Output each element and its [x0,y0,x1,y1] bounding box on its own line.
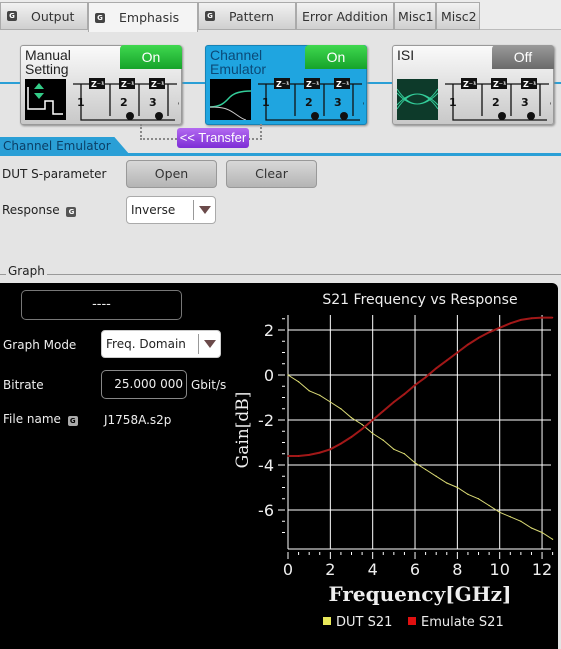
g-icon: G [95,12,105,23]
adder-icon [126,112,134,120]
tab-label: Misc1 [398,8,434,24]
tab-emphasis[interactable]: G Emphasis [88,2,198,32]
adder-icon [527,112,535,120]
delay-label: Z⁻¹ [121,80,135,89]
delay-label: Z⁻¹ [276,80,290,89]
graph-mode-value: Freq. Domain [106,337,186,351]
delay-label: Z⁻¹ [91,80,105,89]
clear-button[interactable]: Clear [226,160,317,188]
block-title-line: Setting [25,61,69,77]
chevron-down-icon [198,334,220,354]
graph-group-label: Graph [6,264,47,278]
fir-tap-diagram: Z⁻¹ Z⁻¹ Z⁻¹ 1 2 3 4 [73,78,179,121]
toggle-on-button[interactable]: On [305,45,367,69]
bitrate-input[interactable]: 25.000 000 [101,370,187,399]
file-name-label-text: File name [3,412,61,426]
signal-arrow [182,82,205,84]
signal-arrow [0,82,20,84]
tab-label: Misc2 [441,8,477,24]
delay-label: Z⁻¹ [306,80,320,89]
tab-misc2[interactable]: Misc2 [436,2,480,30]
tap-label: 1 [262,96,270,109]
graph-group-line [0,274,561,275]
response-value: Inverse [131,203,176,217]
block-title: Channel Emulator [210,48,266,76]
g-icon: G [67,416,78,426]
tab-pattern[interactable]: G Pattern [198,2,296,30]
delay-label: Z⁻¹ [336,80,350,89]
transfer-connector [140,124,180,140]
tap-label: 2 [492,96,500,109]
tab-label: Emphasis [119,10,180,25]
tab-label: Output [31,8,75,24]
toggle-off-button[interactable]: Off [492,45,554,69]
tab-label: Pattern [229,8,274,24]
signal-arrow [554,82,561,84]
delay-label: Z⁻¹ [493,80,507,89]
tab-misc1[interactable]: Misc1 [394,2,436,30]
step-response-icon [25,79,66,120]
block-title-line: ISI [397,47,415,63]
panel-divider [0,153,561,156]
dut-sparam-label: DUT S-parameter [2,167,107,181]
adder-icon [340,112,348,120]
response-label: Response G [2,203,77,217]
tab-output[interactable]: G Output [0,2,88,30]
response-select[interactable]: Inverse [126,196,216,224]
block-title: ISI [397,48,414,62]
adder-icon [155,112,163,120]
block-isi[interactable]: ISI Off Z⁻¹ Z⁻¹ Z⁻¹ 1 2 3 4 [392,45,554,125]
fir-tap-diagram: Z⁻¹ Z⁻¹ Z⁻¹ 1 2 3 4 [445,78,551,121]
tap-label: 1 [449,96,457,109]
block-title-line: Emulator [210,61,267,77]
tap-label: 2 [120,96,128,109]
transfer-button[interactable]: << Transfer [177,128,249,148]
tap-label: 3 [334,96,342,109]
graph-display: ---- [21,290,182,320]
bitrate-label: Bitrate [3,378,44,392]
delay-label: Z⁻¹ [151,80,165,89]
tap-label: 1 [77,96,85,109]
tap-label: 4 [550,96,551,109]
adder-icon [498,112,506,120]
tab-bar: G Output G Emphasis G Pattern Error Additio… [0,0,561,32]
signal-arrow [367,82,392,84]
tap-label: 3 [149,96,157,109]
tab-error-addition[interactable]: Error Addition [296,2,394,30]
frequency-curve-icon [209,79,252,121]
file-name-value: J1758A.s2p [104,413,172,427]
g-icon: G [7,11,17,21]
graph-panel [0,283,558,649]
bitrate-unit: Gbit/s [191,378,227,392]
g-icon: G [205,11,215,21]
open-button[interactable]: Open [126,160,217,188]
response-label-text: Response [2,203,60,217]
chevron-down-icon [193,200,215,220]
eye-diagram-icon [396,79,439,120]
g-icon: G [66,207,77,217]
tap-label: 3 [521,96,529,109]
tab-label: Error Addition [302,8,389,24]
tap-label: 2 [305,96,313,109]
toggle-on-button[interactable]: On [120,45,182,69]
delay-label: Z⁻¹ [523,80,537,89]
block-title: Manual Setting [25,48,71,76]
tap-label: 4 [178,96,179,109]
tap-label: 4 [363,96,364,109]
file-name-label: File name G [3,412,78,426]
adder-icon [311,112,319,120]
block-manual-setting[interactable]: ManualSetting On Z⁻¹ Z⁻¹ Z⁻¹ 1 2 3 4 [20,45,182,125]
fir-tap-diagram: Z⁻¹ Z⁻¹ Z⁻¹ 1 2 3 4 [258,78,364,121]
graph-mode-select[interactable]: Freq. Domain [101,330,221,358]
block-channel-emulator[interactable]: ChannelEmulator On Z⁻¹ Z⁻¹ Z⁻¹ 1 2 3 4 [205,45,367,125]
delay-label: Z⁻¹ [463,80,477,89]
graph-mode-label: Graph Mode [3,338,77,352]
